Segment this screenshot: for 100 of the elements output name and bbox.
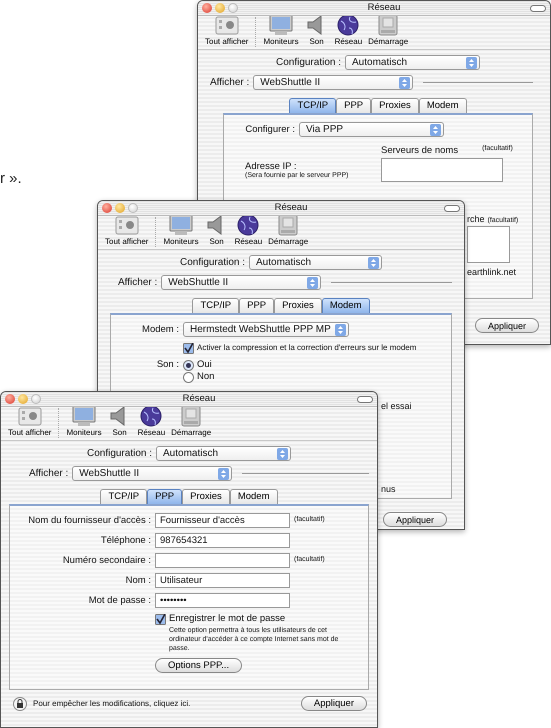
toolbar-button[interactable]: Moniteurs: [160, 216, 202, 247]
apply-button[interactable]: Appliquer: [300, 696, 367, 711]
apply-button[interactable]: Appliquer: [383, 512, 447, 527]
tab[interactable]: Modem: [230, 489, 278, 504]
field-label: earthlink.net: [467, 267, 516, 278]
field-label: Son :: [156, 359, 179, 370]
toolbar-button[interactable]: Tout afficher: [5, 407, 54, 438]
tab[interactable]: Modem: [322, 298, 370, 313]
toolbar-button[interactable]: Son: [302, 16, 332, 47]
minimize-button[interactable]: [18, 394, 28, 404]
updown-arrows-icon: [399, 76, 410, 88]
options-button[interactable]: Options PPP...: [155, 658, 242, 674]
close-button[interactable]: [202, 3, 212, 13]
popup-menu[interactable]: WebShuttle II: [72, 466, 232, 481]
popup-menu[interactable]: Automatisch: [249, 255, 382, 270]
toolbar-button[interactable]: Moniteurs: [63, 407, 105, 438]
tab[interactable]: TCP/IP: [289, 98, 336, 113]
drive-icon: [276, 216, 300, 236]
radio-icon: [183, 372, 194, 382]
close-button[interactable]: [102, 203, 112, 213]
close-button[interactable]: [5, 394, 15, 404]
tab[interactable]: PPP: [239, 298, 274, 313]
tab[interactable]: TCP/IP: [100, 489, 148, 504]
window-title: Réseau: [274, 202, 308, 214]
drive-icon: [179, 407, 204, 427]
field-label: Afficher :: [118, 276, 158, 288]
field-label: Nom du fournisseur d'accès :: [27, 514, 151, 526]
tab[interactable]: Proxies: [182, 489, 230, 504]
globe-icon: [139, 407, 164, 427]
radio-button[interactable]: Oui: [183, 359, 214, 371]
toolbar-button[interactable]: Tout afficher: [102, 216, 152, 247]
minimize-button[interactable]: [115, 203, 125, 213]
toolbar-button[interactable]: Démarrage: [365, 16, 412, 47]
text-field[interactable]: Fournisseur d'accès: [155, 513, 290, 528]
updown-arrows-icon: [307, 276, 318, 288]
field-label: Adresse IP :: [245, 161, 298, 172]
tab[interactable]: PPP: [147, 489, 182, 504]
toolbar-button[interactable]: Son: [202, 216, 232, 247]
toolbar-button[interactable]: Son: [104, 407, 135, 438]
field-label: Configuration :: [276, 56, 342, 68]
tab[interactable]: TCP/IP: [192, 298, 240, 313]
drive-icon: [376, 16, 400, 36]
panel-grid-icon: [214, 16, 239, 36]
apply-button[interactable]: Appliquer: [475, 318, 539, 333]
toolbar-button[interactable]: Démarrage: [168, 407, 214, 438]
updown-arrows-icon: [334, 324, 346, 336]
text-field[interactable]: [155, 553, 290, 568]
lock-button[interactable]: [13, 696, 27, 710]
text-field[interactable]: Utilisateur: [155, 573, 290, 588]
tab[interactable]: Modem: [418, 98, 466, 113]
text-area[interactable]: [381, 158, 503, 182]
tab[interactable]: PPP: [336, 98, 372, 113]
popup-menu[interactable]: Automatisch: [345, 55, 480, 70]
zoom-button[interactable]: [31, 394, 41, 404]
popup-menu[interactable]: WebShuttle II: [253, 75, 414, 90]
text-area[interactable]: [467, 226, 510, 263]
popup-menu[interactable]: Hermstedt WebShuttle PPP MP: [183, 322, 349, 337]
toolbar-button[interactable]: Réseau: [332, 16, 366, 47]
popup-menu[interactable]: Automatisch: [156, 446, 292, 461]
field-label: Configurer :: [244, 124, 295, 136]
field-label: Téléphone :: [100, 534, 151, 546]
window-title: Réseau: [182, 393, 216, 405]
field-label: Modem :: [141, 324, 179, 336]
minimize-button[interactable]: [215, 3, 225, 13]
toolbar-button[interactable]: Démarrage: [265, 216, 312, 247]
lock-message: Pour empêcher les modifications, cliquez ici.: [33, 698, 192, 708]
field-label: nus: [381, 484, 396, 495]
toolbar-button[interactable]: Réseau: [232, 216, 266, 247]
field-label: Numéro secondaire :: [62, 554, 151, 566]
toolbar-toggle-button[interactable]: [530, 4, 546, 12]
field-label: Mot de passe :: [88, 594, 151, 606]
window-title: Réseau: [366, 2, 402, 14]
popup-menu[interactable]: WebShuttle II: [161, 275, 322, 290]
field-label: Serveurs de noms: [381, 145, 458, 156]
updown-arrows-icon: [466, 56, 478, 68]
field-label: Afficher :: [210, 76, 250, 88]
field-label: Afficher :: [29, 468, 68, 480]
field-label: Configuration :: [86, 448, 152, 460]
tab[interactable]: Proxies: [371, 98, 419, 113]
field-label: Configuration :: [180, 256, 246, 268]
toolbar-button[interactable]: Réseau: [134, 407, 168, 438]
field-label: rche: [467, 214, 485, 224]
updown-arrows-icon: [430, 124, 441, 136]
checkbox[interactable]: Activer la compression et la correction d'erreurs sur le modem: [183, 342, 416, 354]
zoom-button[interactable]: [128, 203, 138, 213]
toolbar-toggle-button[interactable]: [444, 204, 460, 212]
updown-arrows-icon: [368, 256, 380, 268]
zoom-button[interactable]: [228, 3, 238, 13]
toolbar-button[interactable]: Tout afficher: [202, 16, 252, 47]
lock-icon: [16, 699, 24, 708]
popup-menu[interactable]: Via PPP: [299, 122, 444, 137]
radio-button[interactable]: Non: [183, 371, 214, 383]
checkbox-icon: [183, 342, 194, 354]
tab[interactable]: Proxies: [274, 298, 322, 313]
text-field[interactable]: 987654321: [155, 533, 290, 548]
globe-icon: [336, 16, 360, 36]
password-field[interactable]: ••••••••: [155, 593, 290, 608]
checkbox[interactable]: Enregistrer le mot de passe: [155, 613, 359, 625]
toolbar-toggle-button[interactable]: [357, 396, 373, 402]
toolbar-button[interactable]: Moniteurs: [260, 16, 302, 47]
